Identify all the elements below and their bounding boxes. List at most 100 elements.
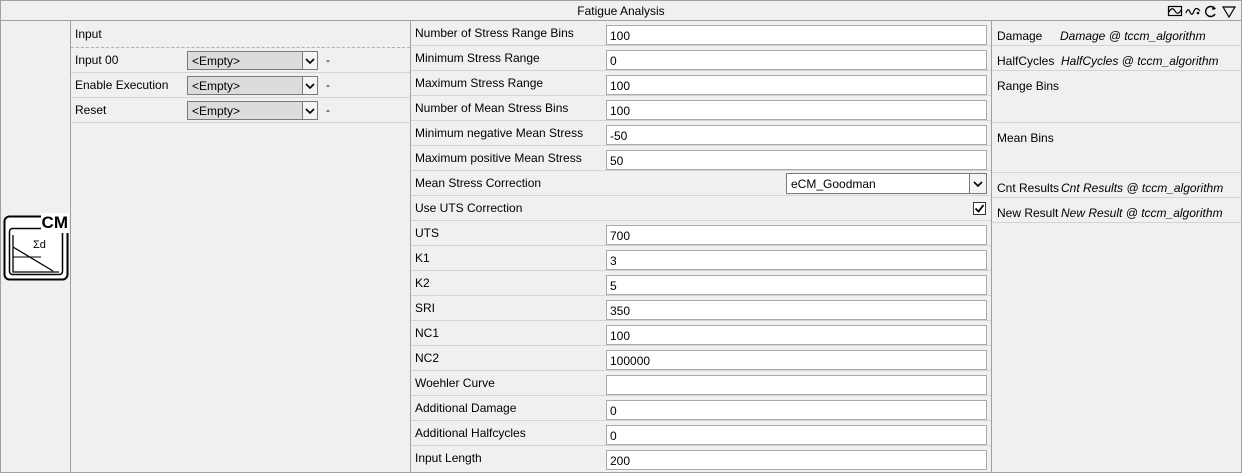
parameters-column: Number of Stress Range Bins 100 Minimum …	[411, 21, 992, 472]
param-label: Additional Damage	[415, 401, 517, 415]
field-value: 50	[610, 154, 624, 168]
output-connection[interactable]: New Result @ tccm_algorithm	[1061, 206, 1223, 220]
minimum-negative-mean-stress-field[interactable]: -50	[606, 125, 987, 145]
uts-field[interactable]: 700	[606, 225, 987, 245]
param-row-additional-damage: Additional Damage 0	[411, 396, 991, 421]
param-label: Maximum Stress Range	[415, 76, 544, 90]
param-label: Woehler Curve	[415, 376, 495, 390]
logo-symbol: Σd	[33, 239, 46, 251]
additional-halfcycles-field[interactable]: 0	[606, 425, 987, 445]
param-row-uts: UTS 700	[411, 221, 991, 246]
sri-field[interactable]: 350	[606, 300, 987, 320]
window-title: Fatigue Analysis	[577, 4, 665, 18]
inputs-header: Input	[75, 27, 102, 41]
input-label: Enable Execution	[75, 78, 169, 92]
input-dash: -	[326, 103, 330, 117]
output-connection[interactable]: Damage @ tccm_algorithm	[1060, 29, 1206, 43]
input-label: Reset	[75, 103, 107, 117]
output-name: Mean Bins	[997, 131, 1054, 145]
outputs-column: Damage Damage @ tccm_algorithm HalfCycle…	[992, 21, 1241, 472]
nc1-field[interactable]: 100	[606, 325, 987, 345]
input-00-combo[interactable]: <Empty>	[187, 51, 318, 70]
output-row-halfcycles: HalfCycles HalfCycles @ tccm_algorithm	[992, 46, 1241, 71]
param-row-sri: SRI 350	[411, 296, 991, 321]
param-label: NC1	[415, 326, 440, 340]
param-row-nc2: NC2 100000	[411, 346, 991, 371]
nc2-field[interactable]: 100000	[606, 350, 987, 370]
waveform-icon[interactable]	[1167, 3, 1183, 19]
param-label: K1	[415, 251, 430, 265]
input-row-enable-execution: Enable Execution <Empty> -	[71, 73, 410, 98]
output-row-cnt-results: Cnt Results Cnt Results @ tccm_algorithm	[992, 173, 1241, 198]
maximum-positive-mean-stress-field[interactable]: 50	[606, 150, 987, 170]
param-label: Maximum positive Mean Stress	[415, 151, 582, 165]
field-value: 100	[610, 29, 631, 43]
input-dash: -	[326, 53, 330, 67]
combo-value: <Empty>	[192, 54, 241, 68]
param-label: Minimum negative Mean Stress	[415, 126, 584, 140]
chevron-down-icon[interactable]	[302, 102, 317, 119]
field-value: 100	[610, 79, 631, 93]
output-name: Damage	[997, 29, 1043, 43]
param-label: Use UTS Correction	[415, 201, 523, 215]
param-row-input-length: Input Length 200	[411, 446, 991, 472]
input-row-reset: Reset <Empty> -	[71, 98, 410, 123]
wave-loop-icon[interactable]	[1185, 3, 1201, 19]
k2-field[interactable]: 5	[606, 275, 987, 295]
field-value: -50	[610, 129, 628, 143]
param-label: K2	[415, 276, 430, 290]
woehler-curve-field[interactable]	[606, 375, 987, 395]
param-row-minimum-stress-range: Minimum Stress Range 0	[411, 46, 991, 71]
additional-damage-field[interactable]: 0	[606, 400, 987, 420]
minimum-stress-range-field[interactable]: 0	[606, 50, 987, 70]
input-length-field[interactable]: 200	[606, 450, 987, 470]
output-connection[interactable]: Cnt Results @ tccm_algorithm	[1061, 181, 1223, 195]
title-bar: Fatigue Analysis	[1, 1, 1241, 21]
maximum-stress-range-field[interactable]: 100	[606, 75, 987, 95]
checkmark-icon	[974, 204, 985, 213]
inputs-header-row: Input	[71, 21, 410, 48]
redo-arrow-icon[interactable]	[1203, 3, 1219, 19]
output-connection[interactable]: HalfCycles @ tccm_algorithm	[1061, 54, 1219, 68]
stress-range-bins-field[interactable]: 100	[606, 25, 987, 45]
output-name: Cnt Results	[997, 181, 1060, 195]
output-row-mean-bins: Mean Bins	[992, 123, 1241, 173]
mean-stress-correction-select[interactable]: eCM_Goodman	[786, 173, 987, 194]
mean-stress-bins-field[interactable]: 100	[606, 100, 987, 120]
param-row-k1: K1 3	[411, 246, 991, 271]
chevron-down-icon[interactable]	[302, 77, 317, 94]
field-value: 100	[610, 104, 631, 118]
param-row-maximum-positive-mean-stress: Maximum positive Mean Stress 50	[411, 146, 991, 171]
chevron-down-icon[interactable]	[302, 52, 317, 69]
field-value: 0	[610, 429, 617, 443]
param-label: Number of Stress Range Bins	[415, 26, 574, 40]
output-name: Range Bins	[997, 79, 1060, 93]
param-row-mean-stress-correction: Mean Stress Correction eCM_Goodman	[411, 171, 991, 196]
output-name: New Result	[997, 206, 1059, 220]
fatigue-analysis-window: Fatigue Analysis CM Σd Input Input 00 <E…	[0, 0, 1242, 473]
output-row-new-result: New Result New Result @ tccm_algorithm	[992, 198, 1241, 223]
output-row-damage: Damage Damage @ tccm_algorithm	[992, 21, 1241, 46]
logo-text: CM	[40, 213, 69, 233]
k1-field[interactable]: 3	[606, 250, 987, 270]
input-label: Input 00	[75, 53, 119, 67]
param-label: Number of Mean Stress Bins	[415, 101, 569, 115]
select-value: eCM_Goodman	[791, 177, 876, 191]
param-row-minimum-negative-mean-stress: Minimum negative Mean Stress -50	[411, 121, 991, 146]
reset-combo[interactable]: <Empty>	[187, 101, 318, 120]
param-row-nc1: NC1 100	[411, 321, 991, 346]
enable-execution-combo[interactable]: <Empty>	[187, 76, 318, 95]
combo-value: <Empty>	[192, 79, 241, 93]
param-row-additional-halfcycles: Additional Halfcycles 0	[411, 421, 991, 446]
chevron-down-icon[interactable]	[969, 174, 986, 193]
field-value: 0	[610, 54, 617, 68]
collapse-triangle-icon[interactable]	[1221, 3, 1237, 19]
field-value: 100	[610, 329, 631, 343]
param-label: Mean Stress Correction	[415, 176, 542, 190]
param-label: SRI	[415, 301, 436, 315]
use-uts-correction-checkbox[interactable]	[973, 202, 986, 215]
param-row-use-uts-correction: Use UTS Correction	[411, 196, 991, 221]
param-label: UTS	[415, 226, 439, 240]
field-value: 3	[610, 254, 617, 268]
input-row-input-00: Input 00 <Empty> -	[71, 48, 410, 73]
